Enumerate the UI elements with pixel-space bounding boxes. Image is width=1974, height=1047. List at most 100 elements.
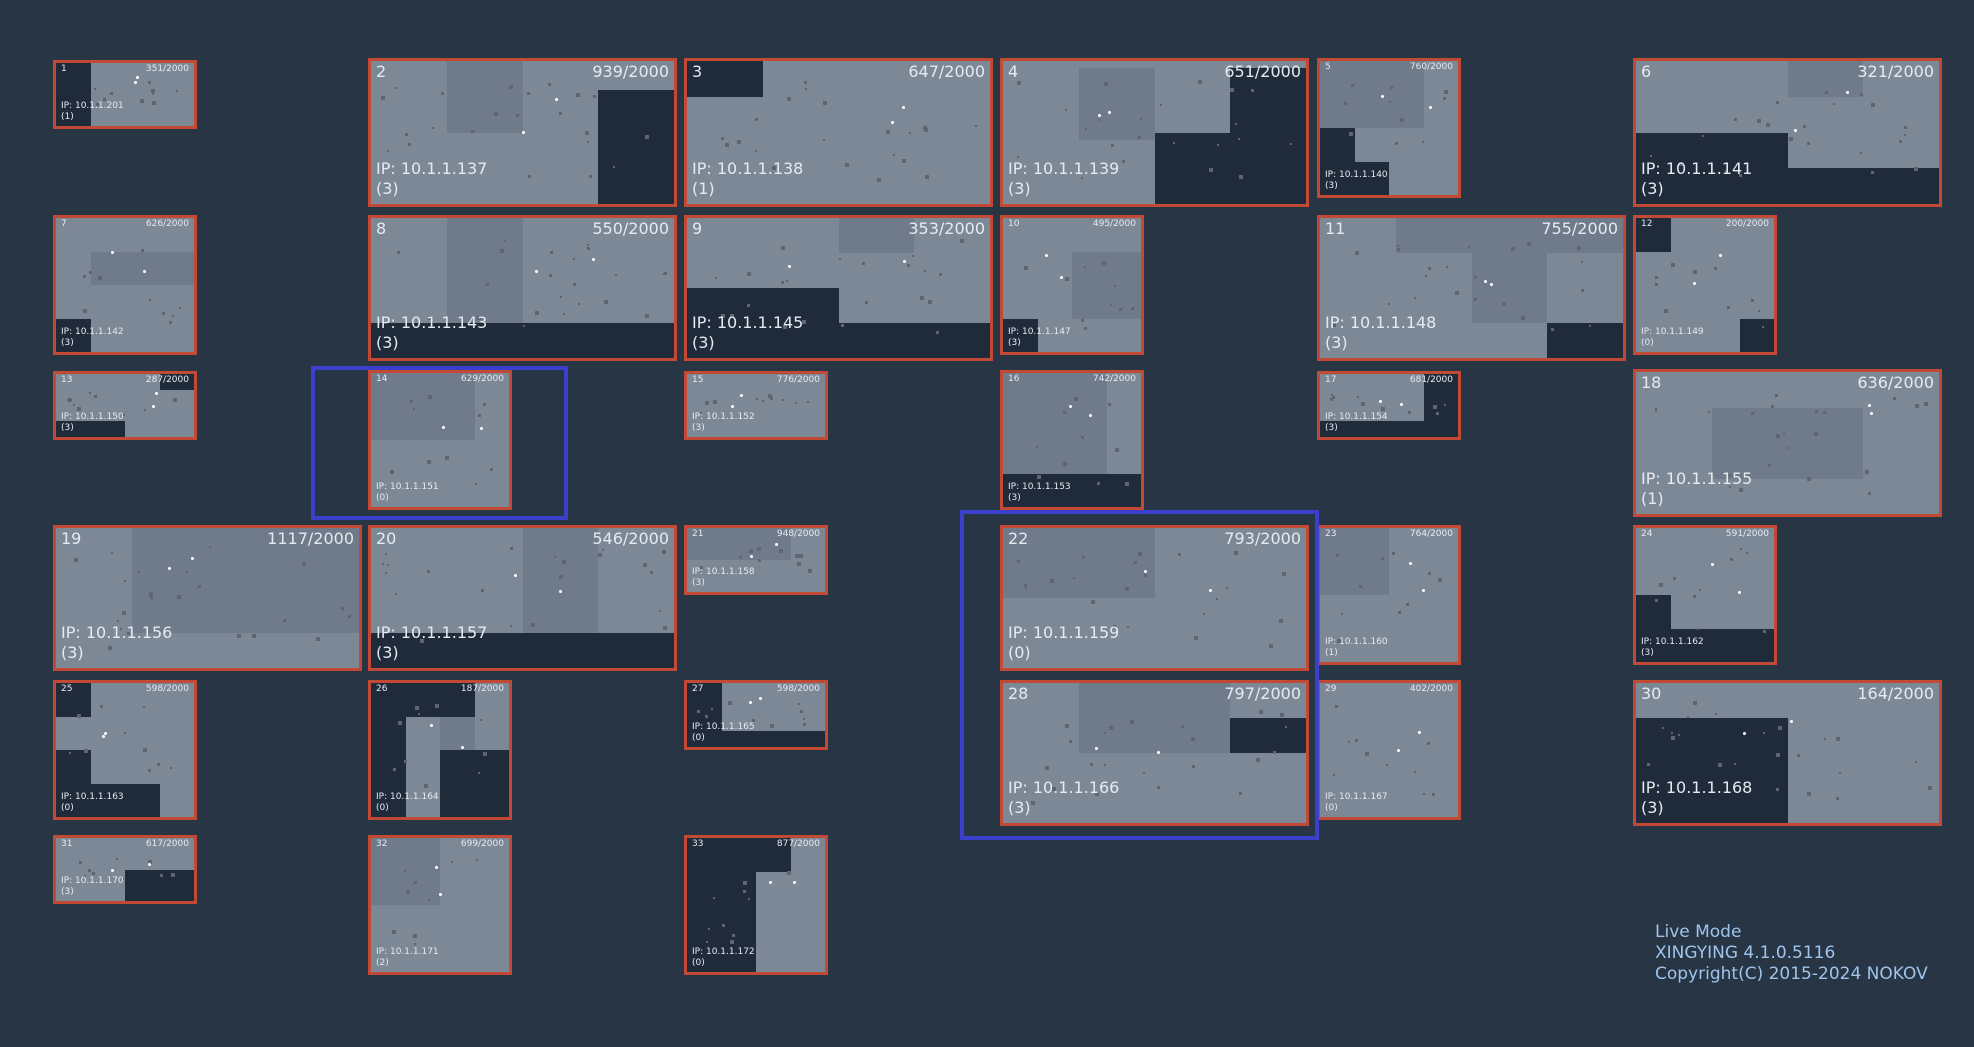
camera-number: 4 [1008, 62, 1019, 81]
point-count: 351/2000 [145, 64, 189, 74]
noise-speck [704, 714, 708, 718]
camera-view[interactable]: 19 1117/2000 IP: 10.1.1.156 (3) [53, 525, 362, 671]
camera-view[interactable]: 1 351/2000 IP: 10.1.1.201 (1) [53, 60, 197, 129]
camera-view[interactable]: 10 495/2000 IP: 10.1.1.147 (3) [1000, 215, 1144, 355]
noise-speck [93, 394, 97, 398]
camera-view[interactable]: 6 321/2000 IP: 10.1.1.141 (3) [1633, 58, 1942, 207]
noise-speck [477, 414, 481, 418]
camera-view[interactable]: 32 699/2000 IP: 10.1.1.171 (2) [368, 835, 512, 975]
camera-view[interactable]: 11 755/2000 IP: 10.1.1.148 (3) [1317, 215, 1626, 361]
noise-speck [708, 927, 711, 930]
marker-point [142, 269, 146, 273]
camera-view[interactable]: 20 546/2000 IP: 10.1.1.157 (3) [368, 525, 677, 671]
noise-speck [975, 125, 978, 128]
camera-ip: IP: 10.1.1.166 [1008, 778, 1120, 798]
noise-speck [584, 130, 589, 135]
noise-speck [738, 555, 742, 559]
noise-speck [426, 569, 430, 573]
camera-view[interactable]: 12 200/2000 IP: 10.1.1.149 (0) [1633, 215, 1777, 355]
camera-ip: IP: 10.1.1.142 [61, 327, 124, 338]
marker-point [1156, 751, 1160, 755]
noise-speck [1387, 303, 1390, 306]
noise-speck [1350, 83, 1354, 87]
point-count: 164/2000 [1857, 684, 1934, 703]
noise-speck [69, 752, 72, 755]
camera-view[interactable]: 26 187/2000 IP: 10.1.1.164 (0) [368, 680, 512, 820]
camera-view[interactable]: 31 617/2000 IP: 10.1.1.170 (3) [53, 835, 197, 904]
noise-speck [89, 271, 93, 275]
camera-view[interactable]: 27 598/2000 IP: 10.1.1.165 (0) [684, 680, 828, 750]
camera-view[interactable]: 30 164/2000 IP: 10.1.1.168 (3) [1633, 680, 1942, 826]
noise-speck [1273, 750, 1277, 754]
noise-speck [1389, 86, 1393, 90]
camera-view[interactable]: 13 287/2000 IP: 10.1.1.150 (3) [53, 371, 197, 440]
noise-speck [1138, 552, 1143, 557]
noise-speck [1181, 724, 1185, 728]
noise-speck [381, 96, 386, 101]
camera-view[interactable]: 5 760/2000 IP: 10.1.1.140 (3) [1317, 58, 1461, 198]
camera-ip: IP: 10.1.1.164 [376, 792, 439, 803]
noise-speck [802, 723, 806, 727]
noise-speck [1062, 461, 1067, 466]
noise-speck [1527, 242, 1532, 247]
camera-view[interactable]: 8 550/2000 IP: 10.1.1.143 (3) [368, 215, 677, 361]
noise-speck [1758, 309, 1761, 312]
noise-speck [1859, 152, 1862, 155]
camera-view[interactable]: 4 651/2000 IP: 10.1.1.139 (3) [1000, 58, 1309, 207]
noise-speck [1234, 551, 1239, 556]
noise-speck [1423, 793, 1426, 796]
noise-speck [510, 624, 513, 627]
camera-view[interactable]: 17 681/2000 IP: 10.1.1.154 (3) [1317, 371, 1461, 440]
noise-speck [924, 269, 927, 272]
noise-speck [1414, 296, 1417, 299]
camera-region [1078, 683, 1231, 753]
point-count: 353/2000 [908, 219, 985, 238]
camera-view[interactable]: 33 877/2000 IP: 10.1.1.172 (0) [684, 835, 828, 975]
marker-point [591, 257, 595, 261]
noise-speck [554, 555, 557, 558]
noise-speck [1108, 726, 1113, 731]
camera-view[interactable]: 24 591/2000 IP: 10.1.1.162 (3) [1633, 525, 1777, 665]
noise-speck [283, 618, 287, 622]
camera-view[interactable]: 16 742/2000 IP: 10.1.1.153 (3) [1000, 370, 1144, 510]
noise-speck [1343, 101, 1347, 105]
noise-speck [1397, 247, 1401, 251]
noise-speck [110, 552, 113, 555]
camera-status: (3) [1325, 181, 1338, 192]
camera-view[interactable]: 21 948/2000 IP: 10.1.1.158 (3) [684, 525, 828, 595]
camera-view[interactable]: 7 626/2000 IP: 10.1.1.142 (3) [53, 215, 197, 355]
noise-speck [1783, 433, 1786, 436]
noise-speck [1202, 612, 1205, 615]
camera-view[interactable]: 3 647/2000 IP: 10.1.1.138 (1) [684, 58, 993, 207]
camera-view[interactable]: 18 636/2000 IP: 10.1.1.155 (1) [1633, 369, 1942, 517]
noise-speck [1733, 118, 1737, 122]
camera-status: (3) [61, 338, 74, 349]
noise-speck [1335, 554, 1339, 558]
noise-speck [1239, 792, 1243, 796]
camera-number: 21 [692, 529, 704, 539]
app-info: Live Mode XINGYING 4.1.0.5116 Copyright(… [1655, 922, 1928, 985]
noise-speck [1428, 267, 1432, 271]
noise-speck [176, 89, 179, 92]
noise-speck [387, 149, 390, 152]
noise-speck [747, 271, 752, 276]
camera-view[interactable]: 29 402/2000 IP: 10.1.1.167 (0) [1317, 680, 1461, 820]
camera-view[interactable]: 9 353/2000 IP: 10.1.1.145 (3) [684, 215, 993, 361]
noise-speck [179, 306, 182, 309]
camera-view[interactable]: 25 598/2000 IP: 10.1.1.163 (0) [53, 680, 197, 820]
noise-speck [140, 248, 144, 252]
camera-view[interactable]: 22 793/2000 IP: 10.1.1.159 (0) [1000, 525, 1309, 671]
noise-speck [414, 705, 419, 710]
masked-area [1320, 421, 1458, 437]
camera-view[interactable]: 2 939/2000 IP: 10.1.1.137 (3) [368, 58, 677, 207]
camera-view[interactable]: 28 797/2000 IP: 10.1.1.166 (3) [1000, 680, 1309, 826]
camera-status: (3) [692, 423, 705, 434]
camera-view[interactable]: 15 776/2000 IP: 10.1.1.152 (3) [684, 371, 828, 440]
noise-speck [662, 626, 667, 631]
noise-speck [1332, 773, 1335, 776]
camera-view[interactable]: 14 629/2000 IP: 10.1.1.151 (0) [368, 370, 512, 510]
camera-view[interactable]: 23 764/2000 IP: 10.1.1.160 (1) [1317, 525, 1461, 665]
noise-speck [1082, 556, 1086, 560]
noise-speck [615, 273, 618, 276]
camera-ip: IP: 10.1.1.154 [1325, 412, 1388, 423]
